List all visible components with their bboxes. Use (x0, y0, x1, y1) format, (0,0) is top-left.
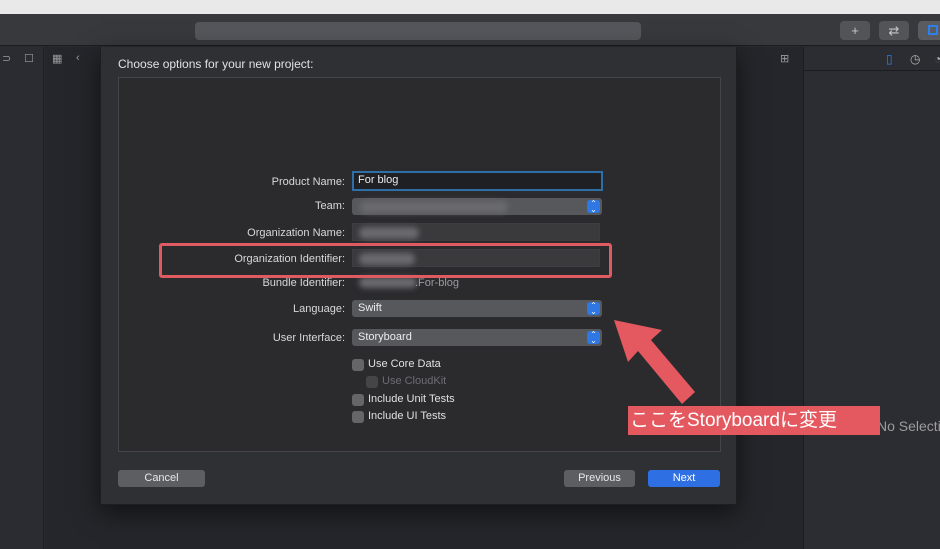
use-cloudkit-label: Use CloudKit (382, 375, 447, 387)
redacted-organization (359, 227, 419, 239)
plus-icon: + (851, 23, 859, 38)
swap-arrows-icon: ⇄ (888, 23, 900, 38)
redacted-team (360, 201, 508, 213)
code-review-button[interactable]: ⇄ (879, 21, 909, 40)
comment-icon[interactable]: ☐ (24, 52, 34, 65)
add-library-button[interactable]: + (840, 21, 870, 40)
use-core-data-label: Use Core Data (368, 358, 441, 370)
organization-name-label: Organization Name: (247, 227, 345, 239)
updown-chevron-icon: ⌃ ⌄ (587, 200, 600, 214)
grid-icon[interactable]: ▦ (52, 52, 62, 65)
activity-view (195, 22, 641, 40)
quick-help-icon[interactable]: ◔ (934, 52, 940, 66)
team-label: Team: (315, 200, 345, 212)
sidebar-right-icon (928, 25, 938, 35)
chevron-left-icon[interactable]: ‹ (76, 52, 80, 64)
team-popup[interactable]: ⌃ ⌄ (352, 198, 602, 215)
inspector-tabs: ▯ ◷ ◔ (804, 47, 940, 71)
checkbox-box[interactable] (352, 359, 364, 371)
user-interface-popup[interactable]: Storyboard ⌃ ⌄ (352, 329, 602, 346)
checkbox-box[interactable] (352, 394, 364, 406)
checkbox-box[interactable] (352, 411, 364, 423)
organization-name-input[interactable] (352, 223, 600, 241)
toggle-inspector-button[interactable] (918, 21, 940, 40)
previous-button[interactable]: Previous (564, 470, 635, 487)
language-value: Swift (358, 302, 382, 314)
product-name-label: Product Name: (271, 176, 345, 188)
no-selection-label: No Selection (877, 418, 940, 434)
annotation-callout: ここをStoryboardに変更 (628, 406, 880, 435)
toolbar: + ⇄ (0, 14, 940, 46)
next-button[interactable]: Next (648, 470, 720, 487)
user-interface-highlight-box (159, 243, 612, 278)
sheet-title: Choose options for your new project: (118, 57, 314, 71)
file-inspector-icon[interactable]: ▯ (886, 52, 893, 66)
checkbox-box (366, 376, 378, 388)
language-label: Language: (293, 303, 345, 315)
link-icon[interactable]: ⊃ (2, 52, 11, 65)
bundle-identifier-label: Bundle Identifier: (262, 277, 345, 289)
title-bar (0, 0, 940, 14)
navigator-pane (0, 47, 44, 549)
include-ui-tests-label: Include UI Tests (368, 410, 447, 422)
history-clock-icon[interactable]: ◷ (910, 52, 920, 66)
add-editor-icon[interactable]: ⊞ (780, 52, 789, 65)
user-interface-value: Storyboard (358, 331, 412, 343)
product-name-input[interactable]: For blog (352, 171, 603, 191)
language-popup[interactable]: Swift ⌃ ⌄ (352, 300, 602, 317)
bundle-identifier-value: .For-blog (415, 277, 460, 289)
redacted-bundle-prefix (359, 277, 417, 288)
include-unit-tests-label: Include Unit Tests (368, 393, 455, 405)
user-interface-label: User Interface: (272, 332, 345, 344)
updown-chevron-icon: ⌃ ⌄ (587, 331, 600, 345)
cancel-button[interactable]: Cancel (118, 470, 205, 487)
updown-chevron-icon: ⌃ ⌄ (587, 302, 600, 316)
inspector-pane: ▯ ◷ ◔ No Selection (803, 47, 940, 549)
